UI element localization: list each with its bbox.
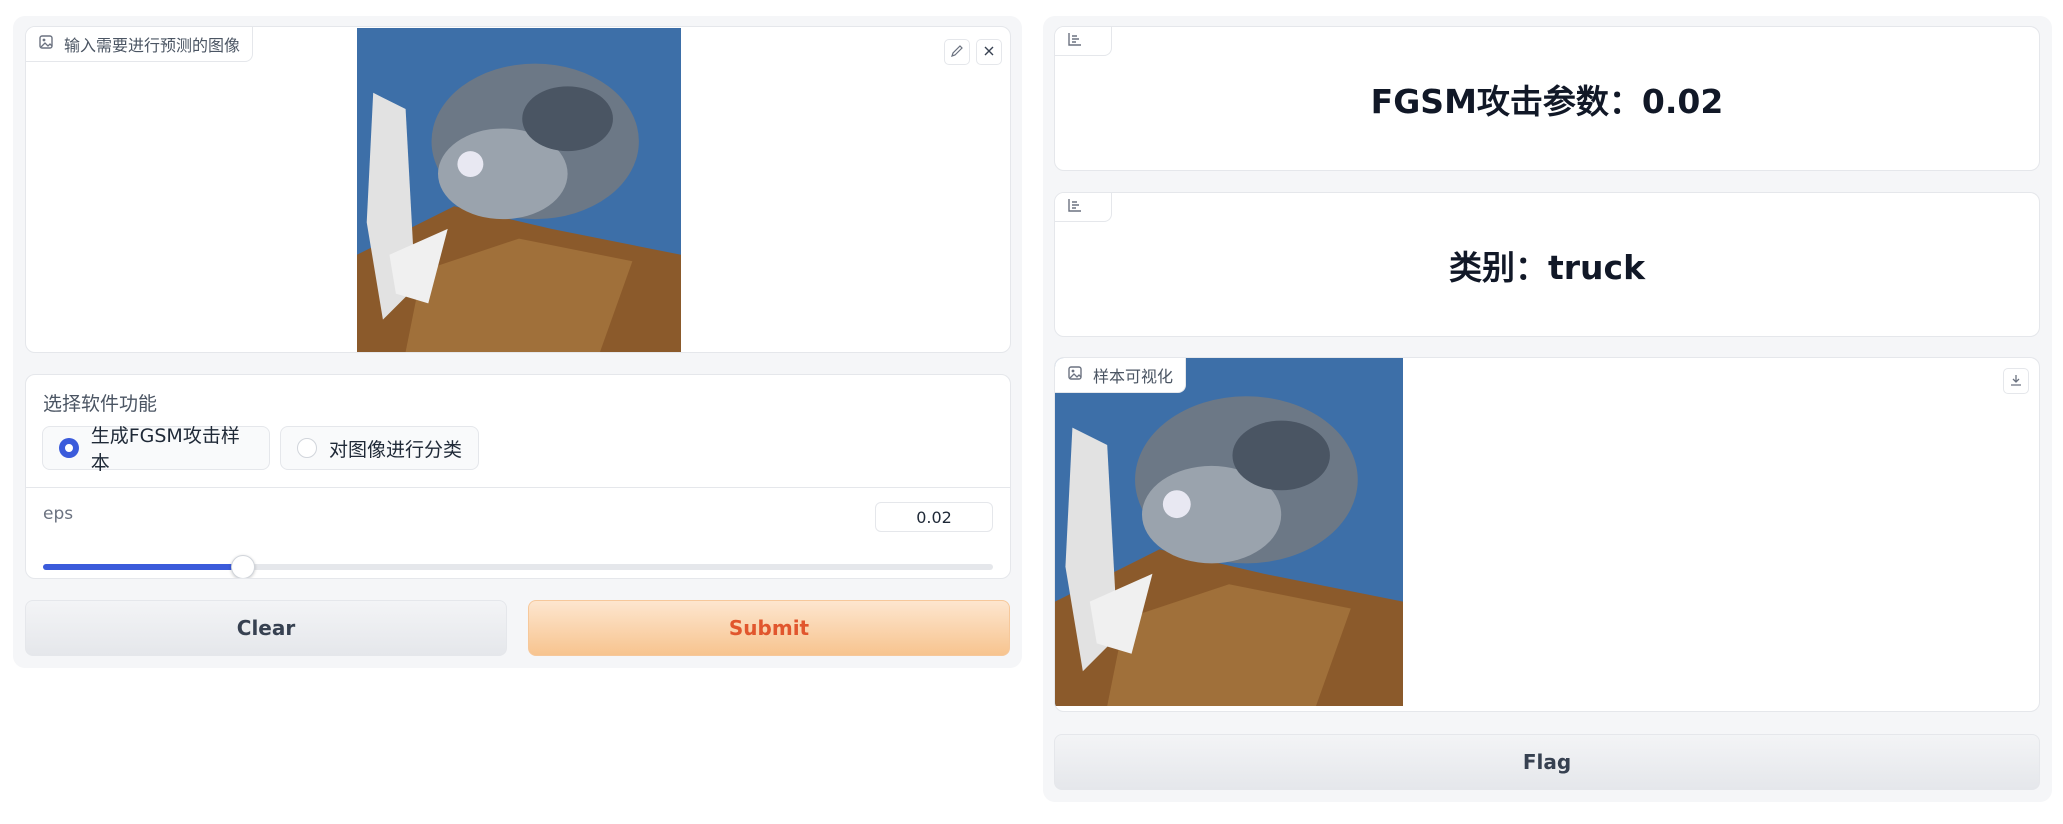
visualization-card: 样本可视化 (1054, 357, 2040, 712)
radio-classify-image[interactable]: 对图像进行分类 (280, 426, 479, 470)
function-select-label: 选择软件功能 (43, 393, 158, 415)
eps-label: eps (43, 504, 74, 524)
radio-indicator-selected (59, 438, 79, 458)
pencil-icon (950, 43, 964, 62)
slider-thumb[interactable] (230, 555, 255, 578)
image-icon (1067, 365, 1083, 385)
divider (26, 487, 1010, 488)
controls-card: 选择软件功能 生成FGSM攻击样本 对图像进行分类 eps (25, 374, 1011, 579)
download-icon (2009, 372, 2023, 391)
clear-button[interactable]: Clear (25, 600, 507, 656)
attack-param-text: FGSM攻击参数：0.02 (1370, 82, 1724, 121)
slider-fill (43, 564, 243, 570)
image-icon (38, 34, 54, 54)
submit-button[interactable]: Submit (528, 600, 1010, 656)
radio-generate-fgsm[interactable]: 生成FGSM攻击样本 (42, 425, 270, 474)
bar-chart-icon (1067, 31, 1083, 51)
download-button[interactable] (2003, 368, 2029, 394)
input-cat-image (357, 28, 681, 352)
visualization-label: 样本可视化 (1055, 358, 1187, 393)
close-icon (982, 43, 996, 62)
flag-button[interactable]: Flag (1054, 734, 2040, 790)
bar-chart-icon (1067, 197, 1083, 217)
remove-image-button[interactable] (976, 39, 1002, 65)
attack-param-output: FGSM攻击参数：0.02 (1054, 26, 2040, 171)
label-tag (1055, 193, 1112, 222)
class-text: 类别：truck (1448, 248, 1646, 287)
eps-slider[interactable] (43, 555, 993, 578)
edit-button[interactable] (944, 39, 970, 65)
output-cat-image (1055, 358, 1403, 706)
input-image-label: 输入需要进行预测的图像 (26, 27, 254, 62)
label-tag (1055, 27, 1112, 56)
eps-number-input[interactable] (875, 502, 993, 532)
radio-indicator-unselected (297, 438, 317, 458)
input-image-card[interactable]: 输入需要进行预测的图像 (25, 26, 1011, 353)
class-output: 类别：truck (1054, 192, 2040, 337)
